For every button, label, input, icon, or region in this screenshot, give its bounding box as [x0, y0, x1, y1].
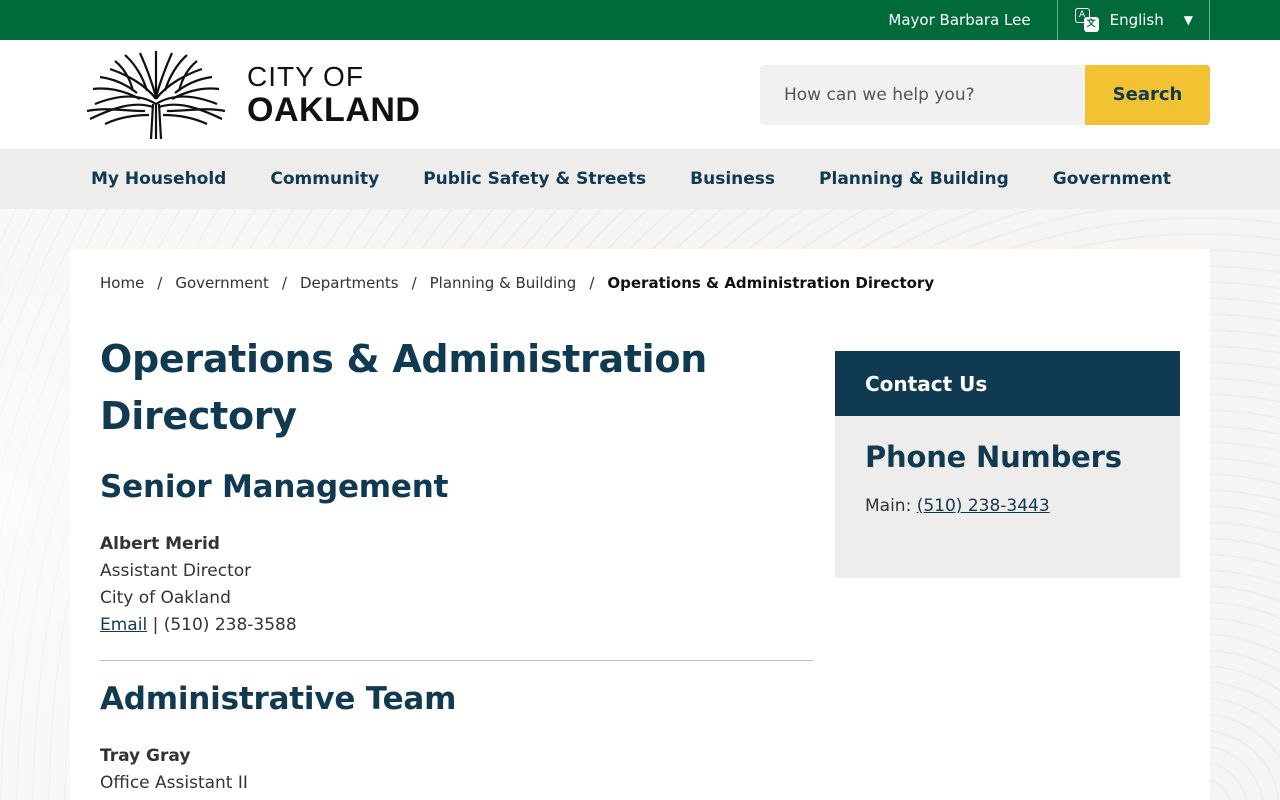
section-heading-administrative-team: Administrative Team — [100, 681, 457, 717]
person-role: Assistant Director — [100, 561, 252, 581]
content-card: Home / Government / Departments / Planni… — [70, 249, 1210, 800]
breadcrumb-home[interactable]: Home — [100, 274, 144, 292]
contact-heading: Contact Us — [835, 351, 1180, 416]
page-title-line-2: Directory — [100, 394, 297, 438]
nav-item-business[interactable]: Business — [690, 169, 775, 189]
nav-item-my-household[interactable]: My Household — [91, 169, 226, 189]
person-name: Albert Merid — [100, 534, 220, 554]
search-input[interactable] — [760, 64, 1085, 125]
breadcrumb-separator: / — [157, 274, 163, 292]
phone-numbers-heading: Phone Numbers — [865, 440, 1122, 474]
nav-item-community[interactable]: Community — [270, 169, 379, 189]
utility-bar: Mayor Barbara Lee A文 English ▼ — [0, 0, 1280, 40]
main-phone-label: Main: — [865, 496, 917, 516]
mayor-link[interactable]: Mayor Barbara Lee — [862, 0, 1056, 40]
logo-wordmark: CITY OF OAKLAND — [247, 60, 421, 129]
nav-item-planning-building[interactable]: Planning & Building — [819, 169, 1009, 189]
breadcrumb-separator: / — [589, 274, 595, 292]
person-org: City of Oakland — [100, 588, 231, 608]
directory-column: Operations & Administration Directory Se… — [100, 337, 813, 797]
search-button[interactable]: Search — [1085, 64, 1210, 125]
person-entry: Albert Merid Assistant Director City of … — [100, 531, 813, 639]
section-heading-senior-management: Senior Management — [100, 469, 449, 505]
page-title-line-1: Operations & Administration — [100, 337, 707, 381]
breadcrumb-separator: / — [281, 274, 287, 292]
logo-line-1: CITY OF — [247, 60, 364, 92]
breadcrumb-departments[interactable]: Departments — [300, 274, 399, 292]
nav-item-government[interactable]: Government — [1053, 169, 1171, 189]
breadcrumb-planning-building[interactable]: Planning & Building — [430, 274, 577, 292]
person-phone: | (510) 238-3588 — [147, 615, 297, 635]
site-header: CITY OF OAKLAND Search — [0, 40, 1280, 149]
search-form: Search — [760, 64, 1210, 125]
breadcrumb-current: Operations & Administration Directory — [607, 274, 935, 292]
page-title: Operations & Administration Directory — [100, 331, 813, 445]
language-label: English — [1109, 11, 1164, 29]
person-role: Office Assistant II — [100, 773, 248, 793]
city-logo[interactable]: CITY OF OAKLAND — [85, 49, 420, 141]
breadcrumb-government[interactable]: Government — [175, 274, 269, 292]
main-phone-line: Main: (510) 238-3443 — [865, 496, 1150, 516]
main-content: Operations & Administration Directory Se… — [100, 337, 1180, 797]
person-contact: Email | (510) 238-3588 — [100, 612, 813, 639]
language-selector[interactable]: A文 English ▼ — [1056, 0, 1210, 40]
main-phone-link[interactable]: (510) 238-3443 — [917, 496, 1050, 516]
breadcrumb-separator: / — [411, 274, 417, 292]
page-background: Home / Government / Departments / Planni… — [0, 209, 1280, 800]
main-nav: My Household Community Public Safety & S… — [0, 149, 1280, 209]
person-name: Tray Gray — [100, 746, 191, 766]
oak-tree-icon — [86, 50, 226, 139]
translate-icon: A文 — [1074, 8, 1100, 32]
logo-line-2: OAKLAND — [247, 90, 421, 129]
section-divider — [100, 660, 813, 661]
contact-sidebar: Contact Us Phone Numbers Main: (510) 238… — [835, 351, 1180, 797]
contact-body: Phone Numbers Main: (510) 238-3443 — [835, 416, 1180, 578]
nav-item-public-safety-streets[interactable]: Public Safety & Streets — [423, 169, 646, 189]
email-link[interactable]: Email — [100, 615, 147, 635]
person-entry: Tray Gray Office Assistant II — [100, 743, 813, 797]
chevron-down-icon: ▼ — [1183, 13, 1193, 27]
breadcrumb: Home / Government / Departments / Planni… — [100, 273, 1180, 293]
